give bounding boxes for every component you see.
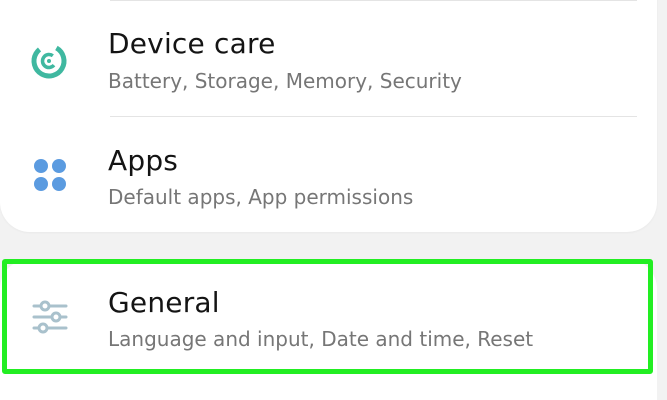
settings-item-apps[interactable]: Apps Default apps, App permissions xyxy=(0,117,657,229)
settings-item-general[interactable]: General Language and input, Date and tim… xyxy=(0,262,657,374)
device-care-icon xyxy=(29,41,69,81)
settings-item-subtitle: Battery, Storage, Memory, Security xyxy=(108,69,462,93)
sliders-icon xyxy=(32,300,68,334)
apps-icon xyxy=(32,157,68,193)
settings-screen: Device care Battery, Storage, Memory, Se… xyxy=(0,0,667,400)
settings-item-subtitle: Default apps, App permissions xyxy=(108,185,414,209)
settings-item-device-care[interactable]: Device care Battery, Storage, Memory, Se… xyxy=(0,3,657,115)
settings-item-subtitle: Language and input, Date and time, Reset xyxy=(108,327,534,351)
divider-top xyxy=(110,0,637,1)
settings-item-title: General xyxy=(108,286,220,319)
settings-item-title: Device care xyxy=(108,27,276,60)
settings-item-title: Apps xyxy=(108,144,179,177)
